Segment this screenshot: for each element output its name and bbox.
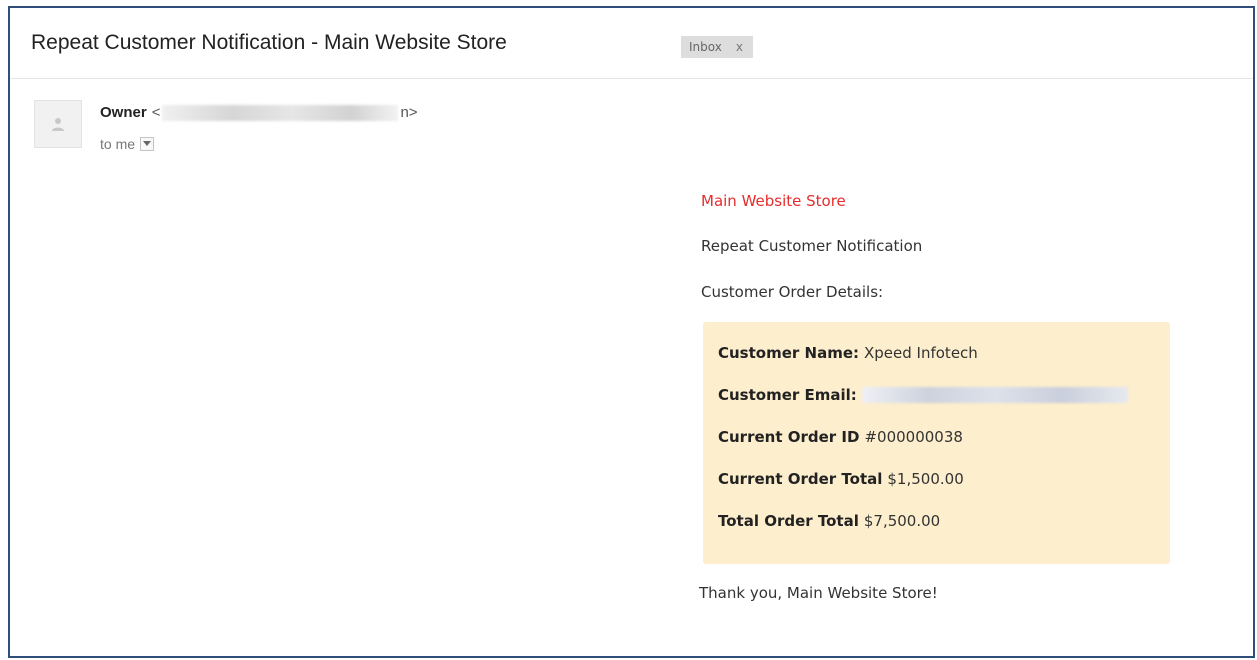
store-name-link[interactable]: Main Website Store [701, 192, 846, 210]
sender-email-tail: n> [400, 104, 418, 121]
person-icon [52, 118, 64, 131]
subject-bar: Repeat Customer Notification - Main Webs… [10, 8, 1253, 79]
total-order-total-label: Total Order Total [718, 512, 859, 530]
customer-name-label: Customer Name: [718, 344, 859, 362]
customer-email-label: Customer Email: [718, 386, 857, 404]
recipient-line: to me [100, 136, 155, 152]
current-order-id-row: Current Order ID #000000038 [718, 428, 963, 446]
sender-email-open: < [151, 104, 161, 121]
total-order-total-row: Total Order Total $7,500.00 [718, 512, 940, 530]
inbox-label-chip[interactable]: Inbox x [681, 36, 753, 58]
order-details-heading: Customer Order Details: [701, 283, 884, 301]
customer-name-value: Xpeed Infotech [864, 344, 978, 362]
current-order-id-value: #000000038 [864, 428, 963, 446]
current-order-total-label: Current Order Total [718, 470, 883, 488]
sender-email-redacted [162, 104, 399, 121]
sender-name[interactable]: Owner [100, 104, 147, 121]
sender-avatar[interactable] [34, 100, 82, 148]
remove-label-button[interactable]: x [736, 36, 743, 58]
sender-line: Owner < n> [100, 104, 418, 121]
customer-email-row: Customer Email: [718, 386, 1128, 404]
current-order-total-value: $1,500.00 [887, 470, 964, 488]
closing-text: Thank you, Main Website Store! [699, 584, 938, 602]
inbox-label-text: Inbox [689, 40, 722, 54]
current-order-total-row: Current Order Total $1,500.00 [718, 470, 964, 488]
current-order-id-label: Current Order ID [718, 428, 860, 446]
notification-title: Repeat Customer Notification [701, 237, 923, 255]
total-order-total-value: $7,500.00 [863, 512, 941, 530]
recipient-text: to me [100, 136, 136, 152]
email-window: Repeat Customer Notification - Main Webs… [8, 6, 1255, 658]
email-subject: Repeat Customer Notification - Main Webs… [31, 31, 507, 54]
customer-email-redacted [861, 387, 1128, 403]
order-details-box: Customer Name: Xpeed Infotech Customer E… [703, 322, 1170, 564]
customer-name-row: Customer Name: Xpeed Infotech [718, 344, 978, 362]
show-details-button[interactable] [140, 137, 155, 151]
chevron-down-icon [143, 141, 152, 146]
